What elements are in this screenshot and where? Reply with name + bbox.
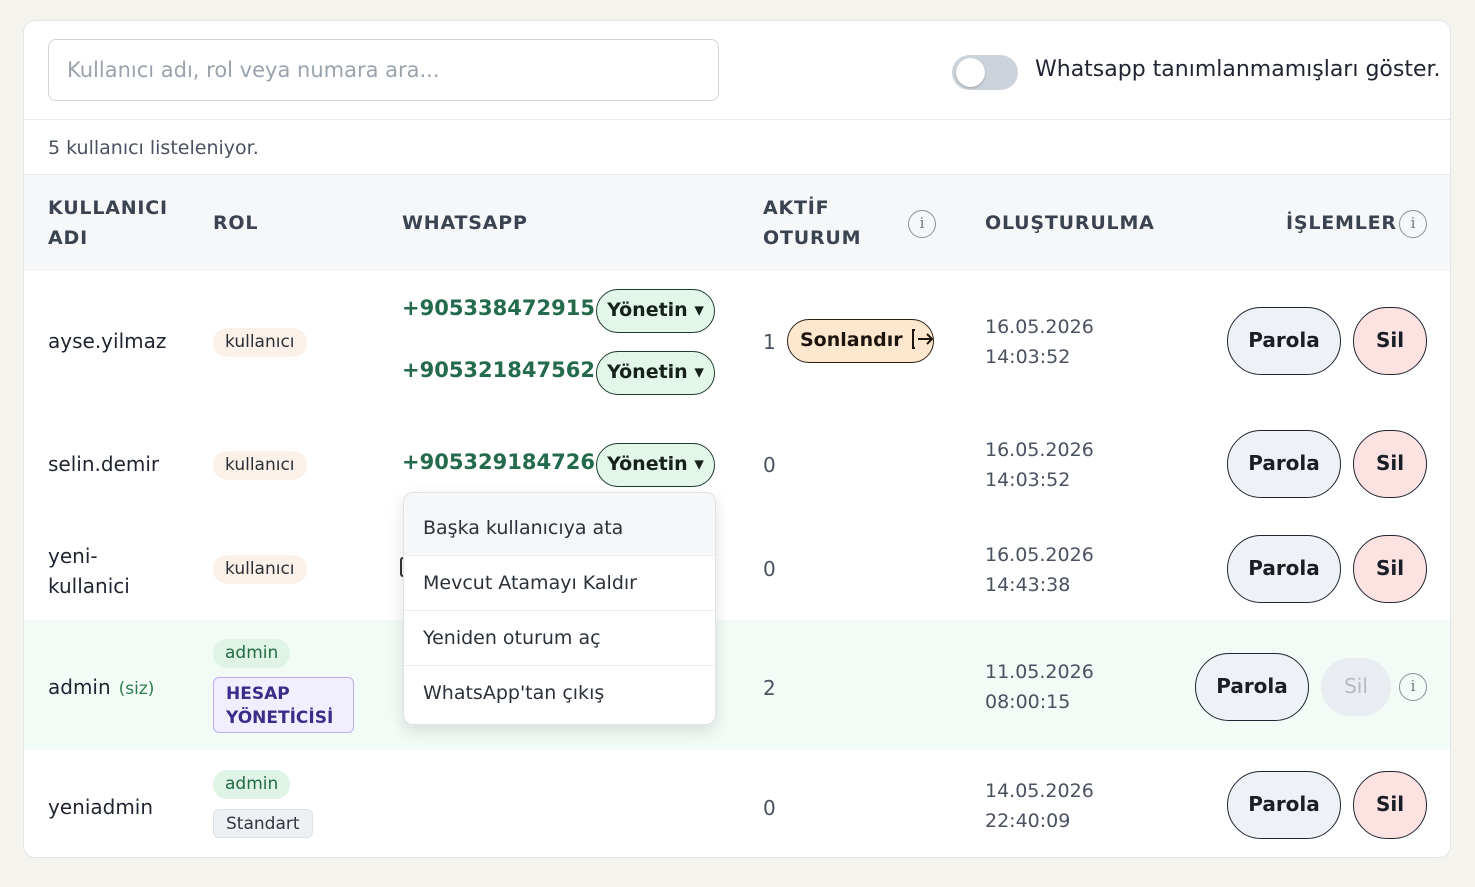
manage-button[interactable]: Yönetin ▾ xyxy=(596,289,715,333)
end-session-button[interactable]: Sonlandır xyxy=(787,319,934,363)
role-badge: kullanıcı xyxy=(213,451,307,480)
password-button[interactable]: Parola xyxy=(1227,307,1341,375)
username-line: kullanici xyxy=(48,574,130,598)
created-date: 16.05.2026 14:03:52 xyxy=(985,312,1094,372)
end-session-label: Sonlandır xyxy=(800,329,903,351)
toggle-knob xyxy=(956,58,985,87)
username: yeniadmin xyxy=(48,795,154,819)
actions-info-icon[interactable]: i xyxy=(1399,210,1427,238)
username: admin (siz) xyxy=(48,675,154,699)
created-date: 14.05.2026 22:40:09 xyxy=(985,776,1094,836)
col-whatsapp: WHATSAPP xyxy=(402,212,528,234)
table-header: KULLANICI ADI ROL WHATSAPP AKTİF OTURUM … xyxy=(24,174,1450,271)
username: ayse.yilmaz xyxy=(48,329,167,353)
password-button[interactable]: Parola xyxy=(1195,653,1309,721)
active-session-count: 1 xyxy=(763,330,776,354)
password-button[interactable]: Parola xyxy=(1227,535,1341,603)
date-line: 16.05.2026 xyxy=(985,544,1094,566)
active-session-count: 0 xyxy=(763,557,776,581)
password-button[interactable]: Parola xyxy=(1227,430,1341,498)
col-active-line1: AKTİF xyxy=(763,197,830,219)
manage-button[interactable]: Yönetin ▾ xyxy=(596,443,715,487)
whatsapp-filter-toggle[interactable] xyxy=(952,55,1018,90)
delete-button-disabled: Sil xyxy=(1321,658,1391,716)
date-line: 16.05.2026 xyxy=(985,439,1094,461)
manage-dropdown-menu: Başka kullanıcıya ata Mevcut Atamayı Kal… xyxy=(403,492,716,725)
col-created: OLUŞTURULMA xyxy=(985,212,1155,234)
created-date: 16.05.2026 14:43:38 xyxy=(985,540,1094,600)
menu-item-remove-assignment[interactable]: Mevcut Atamayı Kaldır xyxy=(404,556,715,611)
col-actions: İŞLEMLER xyxy=(1286,212,1397,234)
role-badge: kullanıcı xyxy=(213,555,307,584)
table-row-self: admin (siz) admin HESAP YÖNETİCİSİ 2 11.0… xyxy=(24,620,1450,750)
delete-disabled-info-icon[interactable]: i xyxy=(1399,673,1427,701)
role-badge: kullanıcı xyxy=(213,328,307,357)
time-line: 14:43:38 xyxy=(985,574,1071,596)
col-username-line1: KULLANICI xyxy=(48,197,168,219)
col-role: ROL xyxy=(213,212,259,234)
username: selin.demir xyxy=(48,452,160,476)
menu-item-relogin[interactable]: Yeniden oturum aç xyxy=(404,611,715,666)
menu-item-assign-other-user[interactable]: Başka kullanıcıya ata xyxy=(404,493,715,556)
table-row: ayse.yilmaz kullanıcı +905338472915 Yöne… xyxy=(24,271,1450,406)
col-username-line2: ADI xyxy=(48,227,88,249)
table-row: selin.demir kullanıcı +905329184726 Yöne… xyxy=(24,406,1450,508)
time-line: 22:40:09 xyxy=(985,810,1071,832)
toolbar: Whatsapp tanımlanmamışları göster. xyxy=(24,21,1450,120)
delete-button[interactable]: Sil xyxy=(1353,535,1427,603)
username-text: admin xyxy=(48,675,111,699)
delete-button[interactable]: Sil xyxy=(1353,307,1427,375)
username: yeni- kullanici xyxy=(48,541,130,601)
users-card: Whatsapp tanımlanmamışları göster. 5 kul… xyxy=(23,20,1451,858)
time-line: 08:00:15 xyxy=(985,691,1071,713)
search-input[interactable] xyxy=(48,39,719,101)
manage-button[interactable]: Yönetin ▾ xyxy=(596,351,715,395)
whatsapp-number: +905329184726 xyxy=(402,450,595,474)
active-session-count: 2 xyxy=(763,676,776,700)
whatsapp-number: +905338472915 xyxy=(402,296,595,320)
time-line: 14:03:52 xyxy=(985,346,1071,368)
toggle-label: Whatsapp tanımlanmamışları göster. xyxy=(1035,57,1441,82)
logout-icon xyxy=(912,329,934,349)
col-active-session: AKTİF OTURUM xyxy=(763,193,861,253)
self-tag: (siz) xyxy=(118,679,155,699)
role-badge: admin xyxy=(213,639,291,668)
created-date: 16.05.2026 14:03:52 xyxy=(985,435,1094,495)
active-session-count: 0 xyxy=(763,453,776,477)
active-session-count: 0 xyxy=(763,796,776,820)
role-badge: admin xyxy=(213,770,291,799)
col-active-line2: OTURUM xyxy=(763,227,862,249)
badge-line: YÖNETİCİSİ xyxy=(226,708,334,728)
password-button[interactable]: Parola xyxy=(1227,771,1341,839)
date-line: 16.05.2026 xyxy=(985,316,1094,338)
table-row: yeniadmin admin Standart 0 14.05.2026 22… xyxy=(24,750,1450,858)
created-date: 11.05.2026 08:00:15 xyxy=(985,657,1094,717)
username-line: yeni- xyxy=(48,544,98,568)
date-line: 11.05.2026 xyxy=(985,661,1094,683)
badge-line: HESAP xyxy=(226,684,290,704)
delete-button[interactable]: Sil xyxy=(1353,771,1427,839)
delete-button[interactable]: Sil xyxy=(1353,430,1427,498)
account-manager-badge: HESAP YÖNETİCİSİ xyxy=(213,677,354,733)
col-username: KULLANICI ADI xyxy=(48,193,168,253)
time-line: 14:03:52 xyxy=(985,469,1071,491)
active-session-info-icon[interactable]: i xyxy=(908,210,936,238)
user-count: 5 kullanıcı listeleniyor. xyxy=(48,137,259,159)
table-row: yeni- kullanici kullanıcı 0 16.05.2026 1… xyxy=(24,508,1450,620)
whatsapp-number: +905321847562 xyxy=(402,358,595,382)
standard-badge: Standart xyxy=(213,809,313,838)
date-line: 14.05.2026 xyxy=(985,780,1094,802)
menu-item-whatsapp-logout[interactable]: WhatsApp'tan çıkış xyxy=(404,666,715,721)
